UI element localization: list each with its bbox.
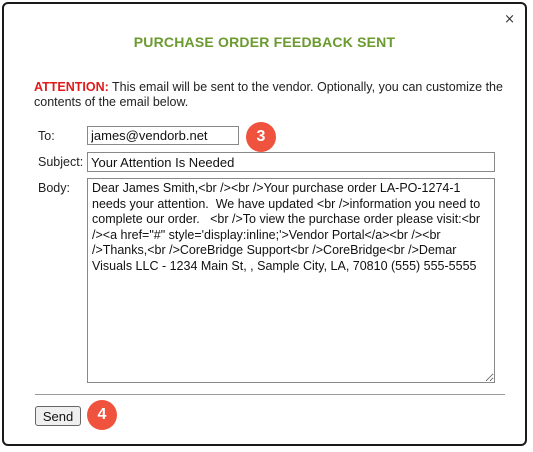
- attention-notice: ATTENTION: This email will be sent to th…: [34, 80, 504, 110]
- footer-divider: [35, 394, 505, 395]
- body-label: Body:: [38, 181, 70, 195]
- close-icon[interactable]: ×: [504, 12, 515, 27]
- step-3-badge: 3: [246, 122, 276, 152]
- send-button[interactable]: Send: [35, 406, 81, 426]
- step-4-badge: 4: [87, 400, 117, 430]
- body-textarea[interactable]: Dear James Smith,<br /><br />Your purcha…: [87, 178, 495, 383]
- to-email-field[interactable]: [87, 126, 239, 145]
- dialog-title: PURCHASE ORDER FEEDBACK SENT: [133, 34, 396, 50]
- subject-label: Subject:: [38, 155, 84, 169]
- purchase-order-feedback-dialog: × PURCHASE ORDER FEEDBACK SENT ATTENTION…: [2, 2, 527, 446]
- subject-field[interactable]: [87, 152, 495, 172]
- attention-label: ATTENTION:: [34, 80, 109, 94]
- to-label: To:: [38, 129, 55, 143]
